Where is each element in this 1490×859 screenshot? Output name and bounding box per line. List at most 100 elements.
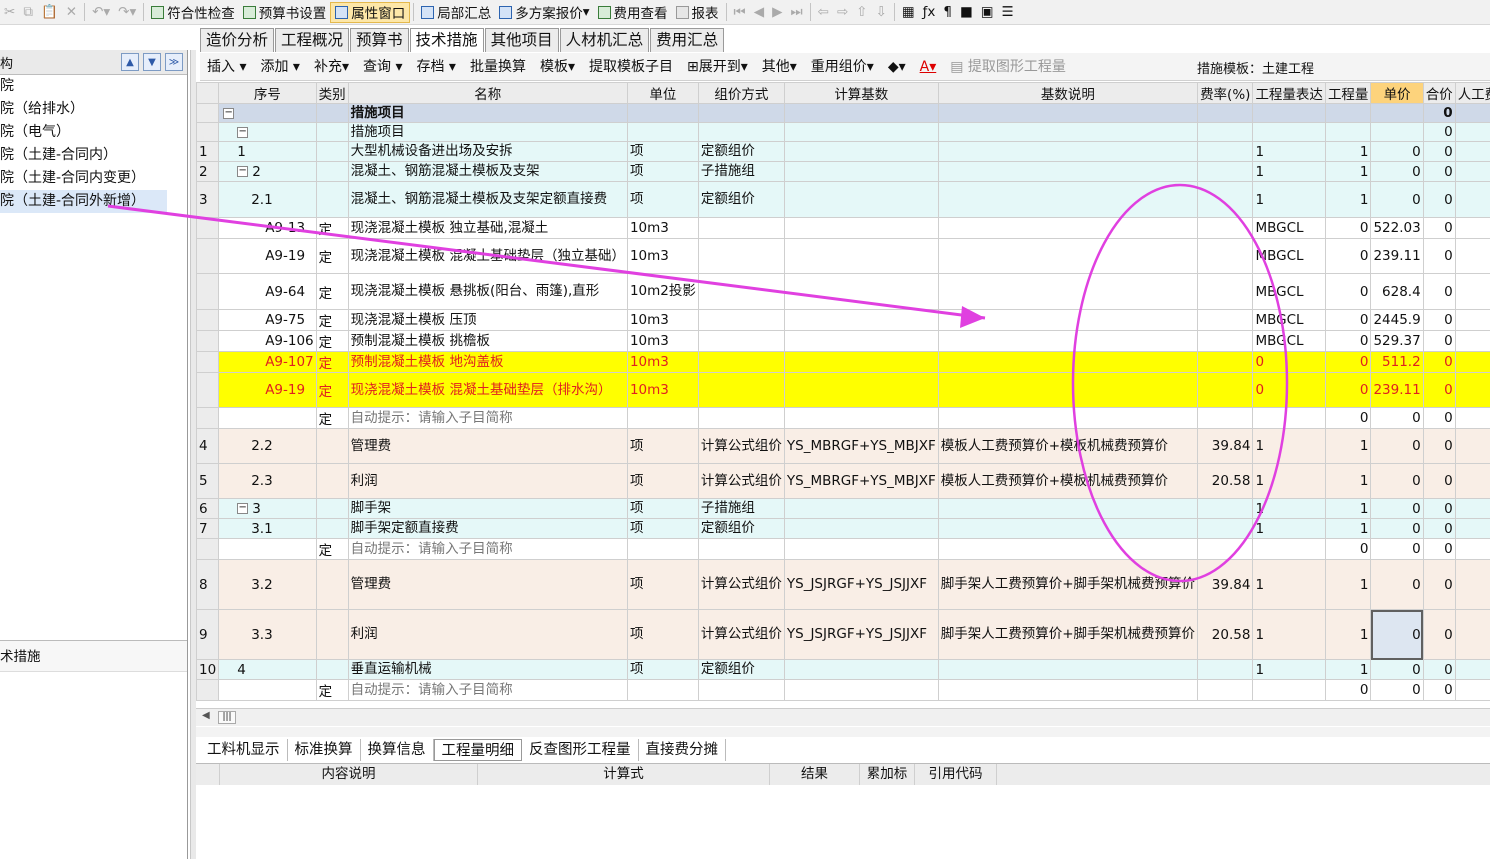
cell-total[interactable]: 0 [1422, 273, 1456, 310]
cell-cat[interactable]: 定 [315, 538, 349, 560]
cell-seq[interactable]: −2 [218, 161, 317, 182]
cell-qty[interactable]: 1 [1324, 498, 1372, 519]
cell-desc[interactable] [937, 407, 1199, 429]
detail-col-accumulate[interactable]: 累加标 [860, 764, 915, 785]
tab-cost-analysis[interactable]: 造价分析 [200, 28, 275, 52]
row-number[interactable]: 2 [196, 161, 220, 182]
table-row[interactable]: 1 1 大型机械设备进出场及安拆项定额组价 1 1 0 0 [196, 141, 1490, 162]
list-icon[interactable]: ☰ [998, 2, 1018, 23]
cell-base[interactable]: YS_MBRGF+YS_MBJXF [783, 428, 939, 464]
cell-desc[interactable]: 脚手架人工费预算价+脚手架机械费预算价 [937, 559, 1199, 610]
col-header-seq[interactable]: 序号 [218, 82, 317, 104]
cell-name[interactable]: 混凝土、钢筋混凝土模板及支架 [347, 161, 628, 182]
cell-price[interactable]: 0 [1370, 463, 1424, 499]
cell-price[interactable]: 511.2 [1370, 351, 1424, 373]
cell-labor[interactable] [1454, 538, 1490, 560]
row-number[interactable] [196, 103, 220, 123]
collapse-toggle-icon[interactable]: − [237, 503, 249, 514]
cell-unit[interactable]: 项 [626, 161, 699, 182]
extract-template-button[interactable]: 提取模板子目 [582, 56, 680, 78]
cell-method[interactable]: 定额组价 [697, 141, 785, 162]
cell-rate[interactable] [1197, 498, 1254, 519]
cell-cat[interactable] [315, 498, 349, 519]
cell-expr[interactable] [1252, 538, 1326, 560]
cell-unit[interactable]: 项 [626, 463, 699, 499]
tab-reverse-graphic-quantity[interactable]: 反查图形工程量 [522, 739, 639, 761]
cell-qty[interactable]: 1 [1324, 659, 1372, 680]
fee-view-button[interactable]: 费用查看 [594, 2, 672, 23]
row-number[interactable] [196, 407, 220, 429]
cell-seq[interactable]: − [218, 122, 317, 142]
cell-cat[interactable] [315, 659, 349, 680]
cell-name[interactable]: 利润 [347, 609, 628, 660]
tab-labor-material-display[interactable]: 工料机显示 [200, 739, 288, 761]
tab-direct-cost-allocation[interactable]: 直接费分摊 [639, 739, 726, 761]
cell-seq[interactable]: A9-75 [218, 309, 317, 331]
cell-rate[interactable]: 39.84 [1197, 559, 1254, 610]
col-header-method[interactable]: 组价方式 [697, 82, 785, 104]
last-record-icon[interactable]: ⏭ [786, 2, 806, 23]
cell-total[interactable]: 0 [1422, 679, 1456, 701]
cell-unit[interactable]: 10m3 [626, 372, 699, 408]
row-number[interactable] [196, 309, 220, 331]
cell-rate[interactable] [1197, 238, 1254, 274]
cell-cat[interactable]: 定 [315, 351, 349, 373]
cell-name[interactable]: 混凝土、钢筋混凝土模板及支架定额直接费 [347, 181, 628, 218]
cell-unit[interactable]: 项 [626, 181, 699, 218]
paragraph-icon[interactable]: ¶ [939, 2, 956, 23]
col-header-unit-price[interactable]: 单价 [1370, 82, 1424, 104]
table-row[interactable]: 定自动提示：请输入子目简称 0 0 0 [196, 679, 1490, 701]
cell-rate[interactable] [1197, 538, 1254, 560]
row-number[interactable] [196, 217, 220, 239]
cell-desc[interactable] [937, 141, 1199, 162]
cell-total[interactable]: 0 [1422, 372, 1456, 408]
extract-graphic-quantity-button[interactable]: ▤ 提取图形工程量 [943, 56, 1073, 78]
cell-labor[interactable] [1454, 103, 1490, 123]
multi-plan-quote-button[interactable]: 多方案报价 ▾ [495, 2, 593, 23]
cell-total[interactable]: 0 [1422, 122, 1456, 142]
cell-rate[interactable] [1197, 372, 1254, 408]
cell-expr[interactable] [1252, 103, 1326, 123]
cell-total[interactable]: 0 [1422, 518, 1456, 539]
tree-item-selected[interactable]: 院（土建-合同外新增） [0, 190, 167, 213]
cell-labor[interactable] [1454, 217, 1490, 239]
cell-labor[interactable] [1454, 609, 1490, 660]
table-row[interactable]: 10 4 垂直运输机械项定额组价 1 1 0 0 [196, 659, 1490, 680]
supplement-menu[interactable]: 补充▾ [307, 56, 356, 78]
cell-price[interactable]: 529.37 [1370, 330, 1424, 352]
cell-name[interactable]: 现浇混凝土模板 悬挑板(阳台、雨篷),直形 [347, 273, 628, 310]
cell-cat[interactable] [315, 609, 349, 660]
cell-base[interactable] [783, 407, 939, 429]
cell-name[interactable]: 现浇混凝土模板 混凝土基础垫层（排水沟） [347, 372, 628, 408]
row-number[interactable] [196, 679, 220, 701]
collapse-button[interactable]: ≫ [165, 53, 183, 71]
cell-price[interactable]: 239.11 [1370, 238, 1424, 274]
cell-labor[interactable] [1454, 351, 1490, 373]
cell-unit[interactable] [626, 122, 699, 142]
col-header-rate[interactable]: 费率(%) [1197, 82, 1254, 104]
cell-name[interactable]: 自动提示：请输入子目简称 [347, 407, 628, 429]
cell-rate[interactable] [1197, 181, 1254, 218]
report-button[interactable]: 报表 [672, 2, 723, 23]
cell-base[interactable] [783, 538, 939, 560]
tab-budget[interactable]: 预算书 [350, 28, 409, 52]
cell-unit[interactable] [626, 103, 699, 123]
cell-name[interactable]: 自动提示：请输入子目简称 [347, 538, 628, 560]
row-number[interactable]: 9 [196, 609, 220, 660]
cell-expr[interactable]: 1 [1252, 428, 1326, 464]
cell-cat[interactable]: 定 [315, 372, 349, 408]
undo-icon[interactable]: ↶▾ [88, 2, 114, 23]
cell-seq[interactable] [218, 538, 317, 560]
cell-cat[interactable]: 定 [315, 330, 349, 352]
cell-seq[interactable]: 2.2 [218, 428, 317, 464]
cell-name[interactable]: 现浇混凝土模板 独立基础,混凝土 [347, 217, 628, 239]
batch-convert-button[interactable]: 批量换算 [463, 56, 533, 78]
cell-cat[interactable] [315, 559, 349, 610]
cell-rate[interactable] [1197, 407, 1254, 429]
cell-name[interactable]: 现浇混凝土模板 混凝土基础垫层（独立基础） [347, 238, 628, 274]
cell-expr[interactable]: MBGCL [1252, 217, 1326, 239]
detail-col-formula[interactable]: 计算式 [478, 764, 770, 785]
cell-price[interactable] [1370, 103, 1424, 123]
cell-unit[interactable] [626, 538, 699, 560]
cell-qty[interactable] [1324, 103, 1372, 123]
